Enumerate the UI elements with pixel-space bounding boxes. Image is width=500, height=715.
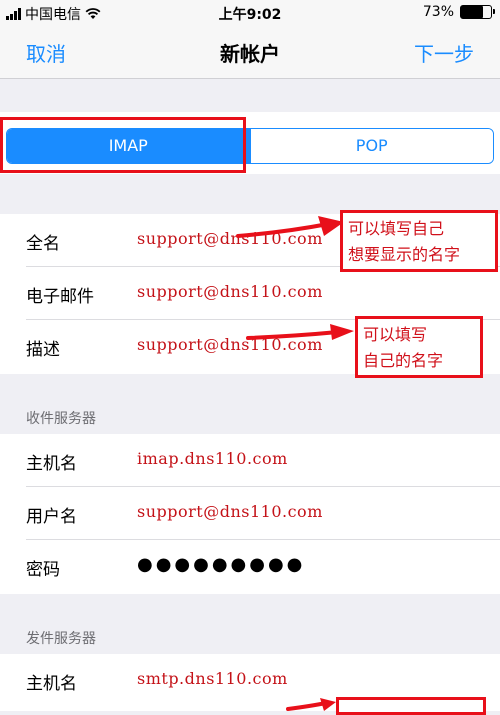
row-label: 用户名 — [26, 507, 77, 527]
row-label: 主机名 — [26, 674, 77, 694]
row-password[interactable]: 密码 ●●●●●●●●● — [0, 540, 500, 593]
annotation-fullname-note: 可以填写自己 想要显示的名字 — [340, 210, 498, 272]
annotation-line: 想要显示的名字 — [348, 245, 461, 264]
next-button[interactable]: 下一步 — [414, 38, 474, 67]
annotation-arrow-icon — [236, 216, 344, 238]
annotation-line: 可以填写 — [363, 325, 428, 344]
outgoing-host-field[interactable]: smtp.dns110.com — [137, 669, 288, 688]
annotation-description-note: 可以填写 自己的名字 — [355, 316, 483, 378]
status-right: 73% — [422, 4, 495, 20]
battery-percent: 73% — [422, 4, 454, 20]
row-label: 全名 — [26, 234, 60, 254]
incoming-host-field[interactable]: imap.dns110.com — [137, 449, 288, 468]
email-field[interactable]: support@dns110.com — [137, 282, 323, 301]
battery-level — [461, 6, 483, 18]
row-label: 电子邮件 — [26, 287, 94, 307]
incoming-server-header: 收件服务器 — [26, 411, 96, 427]
username-field[interactable]: support@dns110.com — [137, 502, 323, 521]
incoming-server-group: 主机名 imap.dns110.com 用户名 support@dns110.c… — [0, 434, 500, 594]
annotation-line: 自己的名字 — [363, 351, 444, 370]
row-label: 主机名 — [26, 454, 77, 474]
navigation-bar: 取消 新帐户 下一步 — [0, 26, 500, 79]
annotation-arrow-icon — [286, 698, 336, 711]
annotation-line: 可以填写自己 — [348, 219, 445, 238]
row-label: 描述 — [26, 340, 60, 360]
battery-icon — [460, 5, 495, 19]
imap-highlight-box — [0, 117, 246, 173]
row-label: 密码 — [26, 560, 60, 580]
row-email[interactable]: 电子邮件 support@dns110.com — [0, 267, 500, 320]
annotation-arrow-icon — [246, 324, 354, 340]
password-field[interactable]: ●●●●●●●●● — [137, 554, 305, 575]
status-bar: 中国电信 上午9:02 73% — [0, 0, 500, 26]
segment-pop[interactable]: POP — [249, 129, 493, 163]
row-incoming-host[interactable]: 主机名 imap.dns110.com — [0, 434, 500, 487]
annotation-outgoing-note — [336, 697, 486, 715]
outgoing-server-header: 发件服务器 — [26, 631, 96, 647]
row-username[interactable]: 用户名 support@dns110.com — [0, 487, 500, 540]
